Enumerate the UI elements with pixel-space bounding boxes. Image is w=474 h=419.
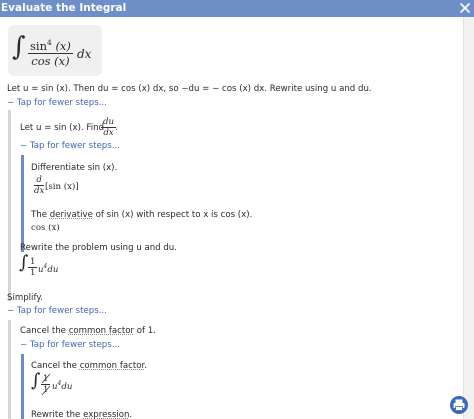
solution-steps: ∫ sin4 (x) cos (x) dx Let u = sin (x). T…	[0, 17, 463, 419]
print-icon	[453, 399, 465, 411]
problem-differential: dx	[77, 47, 92, 61]
step-1-text: Let u = sin (x). Then du = cos (x) dx, s…	[7, 84, 372, 94]
window-title: Evaluate the Integral	[1, 2, 127, 14]
step-1-toggle[interactable]: − Tap for fewer steps...	[7, 98, 107, 108]
step-2a-text: Cancel the common factor of 1.	[20, 326, 156, 336]
step-2-label: Simplify.	[7, 293, 43, 303]
du-dx-fraction: du dx	[101, 117, 117, 138]
common-factor-link[interactable]: common factor	[80, 361, 145, 371]
print-button[interactable]	[450, 396, 468, 414]
step-1a-detail-bar	[21, 155, 24, 252]
vertical-scrollbar[interactable]	[463, 17, 474, 419]
step-1b-expression: [sin (x)]	[45, 182, 79, 192]
one-over-one-fraction: 1 1	[28, 257, 38, 278]
problem-fraction: sin4 (x) cos (x)	[28, 38, 73, 68]
step-1-detail-bar	[8, 110, 11, 301]
step-2a-toggle[interactable]: − Tap for fewer steps...	[20, 340, 120, 350]
step-2a-detail-bar	[21, 354, 24, 419]
step-1a-toggle[interactable]: − Tap for fewer steps...	[20, 141, 120, 151]
step-2c-text: Rewrite the expression.	[31, 410, 133, 419]
problem-expression: ∫ sin4 (x) cos (x) dx	[8, 25, 102, 76]
step-1a-text: Let u = sin (x). Find	[20, 123, 105, 133]
step-2b-text: Cancel the common factor.	[31, 361, 147, 371]
close-icon[interactable]	[458, 1, 472, 15]
step-2-toggle[interactable]: − Tap for fewer steps...	[7, 306, 107, 316]
step-2b-integrand: u4du	[52, 380, 73, 392]
integral-sign: ∫	[12, 32, 26, 62]
step-1a-period: .	[115, 123, 118, 133]
title-bar: Evaluate the Integral	[0, 0, 474, 17]
step-1d-integrand: u4du	[38, 263, 59, 275]
integral-sign: ∫	[31, 370, 41, 391]
step-1c-text: The derivative of sin (x) with respect t…	[31, 210, 253, 220]
common-factor-link[interactable]: common factor	[69, 326, 134, 336]
step-1d-label: Rewrite the problem using u and du.	[20, 243, 177, 253]
step-2-detail-bar	[8, 320, 11, 419]
derivative-link[interactable]: derivative	[50, 210, 93, 220]
integral-sign: ∫	[19, 252, 29, 273]
expression-link[interactable]: expression	[83, 410, 129, 419]
step-1b-label: Differentiate sin (x).	[31, 163, 118, 173]
step-1c-result: cos (x)	[31, 223, 60, 233]
